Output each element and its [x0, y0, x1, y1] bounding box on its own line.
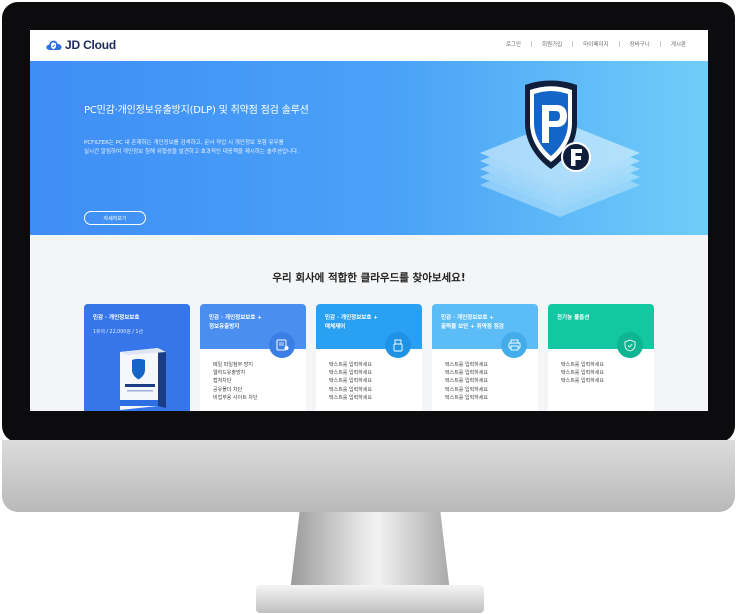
- monitor-stand-foot: [256, 585, 484, 613]
- feature-item: 텍스트를 입력하세요: [329, 386, 372, 393]
- feature-item: 텍스트를 입력하세요: [561, 362, 604, 368]
- card-title: 민감 · 개인정보보호: [93, 315, 140, 321]
- nav-login[interactable]: 로그인: [496, 40, 531, 48]
- plan-cards: 민감 · 개인정보보호 1유저 / 22,000원 / 1년 민감 · 개인정보…: [84, 304, 654, 411]
- card-title: 민감 · 개인정보보호 + 매체제어: [325, 314, 378, 332]
- hero-desc-line: 실시간 알림하여 개인정보 침해 위협성을 발견하고 효과적인 대응책을 제시하…: [84, 149, 299, 155]
- plan-card-basic[interactable]: 민감 · 개인정보보호 1유저 / 22,000원 / 1년: [84, 304, 190, 411]
- card-title: 전기능 풀옵션: [557, 315, 590, 321]
- hero-banner: PC민감·개인정보유출방지(DLP) 및 취약점 점검 솔루션 PCFILTER…: [30, 61, 708, 235]
- card-title-line: 출력물 보안 + 취약점 점검: [441, 324, 504, 330]
- feature-item: 텍스트를 입력하세요: [445, 394, 488, 401]
- card-title: 민감 · 개인정보보호 + 정보유출방지: [209, 314, 262, 332]
- top-nav-bar: JD Cloud 로그인 회원가입 마이페이지 장바구니 게시판: [30, 30, 708, 61]
- product-box-image: [120, 348, 166, 410]
- hero-title: PC민감·개인정보유출방지(DLP) 및 취약점 점검 솔루션: [84, 105, 309, 116]
- hero-description: PCFILTER는 PC 내 존재하는 개인정보를 검색하고, 문서 작업 시 …: [84, 139, 299, 157]
- monitor: JD Cloud 로그인 회원가입 마이페이지 장바구니 게시판 PC민감·개인…: [0, 0, 737, 614]
- card-icon-doc: [269, 332, 295, 358]
- feature-item: 텍스트를 입력하세요: [445, 370, 488, 377]
- feature-item: 텍스트를 입력하세요: [561, 378, 604, 385]
- card-header: 민감 · 개인정보보호 1유저 / 22,000원 / 1년: [84, 304, 190, 411]
- feature-list: 텍스트를 입력하세요 텍스트를 입력하세요 텍스트를 입력하세요 텍스트를 입력…: [445, 361, 488, 402]
- site-logo[interactable]: JD Cloud: [46, 38, 116, 52]
- feature-item: 텍스트를 입력하세요: [329, 362, 372, 368]
- feature-item: 텍스트를 입력하세요: [445, 378, 488, 385]
- nav-mypage[interactable]: 마이페이지: [573, 40, 618, 48]
- card-title-line: 민감 · 개인정보보호 +: [209, 315, 262, 321]
- nav-signup[interactable]: 회원가입: [532, 40, 572, 48]
- card-title-line: 민감 · 개인정보보호 +: [441, 315, 494, 321]
- nav-board[interactable]: 게시판: [661, 40, 696, 48]
- cloud-logo-icon: [46, 40, 62, 50]
- card-title-line: 정보유출방지: [209, 324, 240, 330]
- top-nav: 로그인 회원가입 마이페이지 장바구니 게시판: [496, 40, 696, 48]
- card-title: 민감 · 개인정보보호 + 출력물 보안 + 취약점 점검: [441, 314, 504, 332]
- feature-item: 메일 파일첨부 방지: [213, 362, 253, 368]
- feature-item: 텍스트를 입력하세요: [329, 370, 372, 377]
- logo-text: JD Cloud: [65, 38, 117, 52]
- feature-item: 텍스트를 입력하세요: [329, 394, 372, 401]
- feature-list: 텍스트를 입력하세요 텍스트를 입력하세요 텍스트를 입력하세요: [561, 361, 604, 386]
- plan-card-print-security[interactable]: 민감 · 개인정보보호 + 출력물 보안 + 취약점 점검 텍스트를 입력하세요…: [432, 304, 538, 411]
- card-title-line: 민감 · 개인정보보호 +: [325, 315, 378, 321]
- shield-pf-icon: [480, 80, 640, 217]
- section-title: 우리 회사에 적합한 클라우드를 찾아보세요!: [272, 272, 466, 284]
- plan-card-leak-prevention[interactable]: 민감 · 개인정보보호 + 정보유출방지 메일 파일첨부 방지 웹하드유출방지 …: [200, 304, 306, 411]
- monitor-chin: [2, 440, 735, 512]
- feature-item: 텍스트를 입력하세요: [445, 386, 488, 393]
- monitor-stand-neck: [290, 512, 450, 592]
- feature-item: 텍스트를 입력하세요: [329, 378, 372, 385]
- card-title-line: 매체제어: [325, 324, 346, 330]
- feature-item: 텍스트를 입력하세요: [561, 370, 604, 377]
- feature-item: 공유폴더 차단: [213, 386, 243, 393]
- feature-item: 웹하드유출방지: [213, 370, 246, 377]
- card-icon-shield: [617, 332, 643, 358]
- card-price: 1유저 / 22,000원 / 1년: [93, 330, 143, 335]
- card-icon-printer: [501, 332, 527, 358]
- nav-cart[interactable]: 장바구니: [620, 40, 660, 48]
- card-icon-usb: [385, 332, 411, 358]
- feature-list: 텍스트를 입력하세요 텍스트를 입력하세요 텍스트를 입력하세요 텍스트를 입력…: [329, 361, 372, 402]
- feature-item: 텍스트를 입력하세요: [445, 362, 488, 368]
- plan-card-full-option[interactable]: 전기능 풀옵션 텍스트를 입력하세요 텍스트를 입력하세요 텍스트를 입력하세요: [548, 304, 654, 411]
- plan-card-media-control[interactable]: 민감 · 개인정보보호 + 매체제어 텍스트를 입력하세요 텍스트를 입력하세요…: [316, 304, 422, 411]
- screen: JD Cloud 로그인 회원가입 마이페이지 장바구니 게시판 PC민감·개인…: [30, 30, 708, 411]
- feature-list: 메일 파일첨부 방지 웹하드유출방지 캡쳐차단 공유폴더 차단 비업무용 사이트…: [213, 361, 258, 402]
- details-button[interactable]: 자세히보기: [84, 211, 146, 225]
- hero-desc-line: PCFILTER는 PC 내 존재하는 개인정보를 검색하고, 문서 작업 시 …: [84, 140, 284, 146]
- feature-item: 캡쳐차단: [213, 378, 232, 385]
- feature-item: 비업무용 사이트 차단: [213, 394, 258, 401]
